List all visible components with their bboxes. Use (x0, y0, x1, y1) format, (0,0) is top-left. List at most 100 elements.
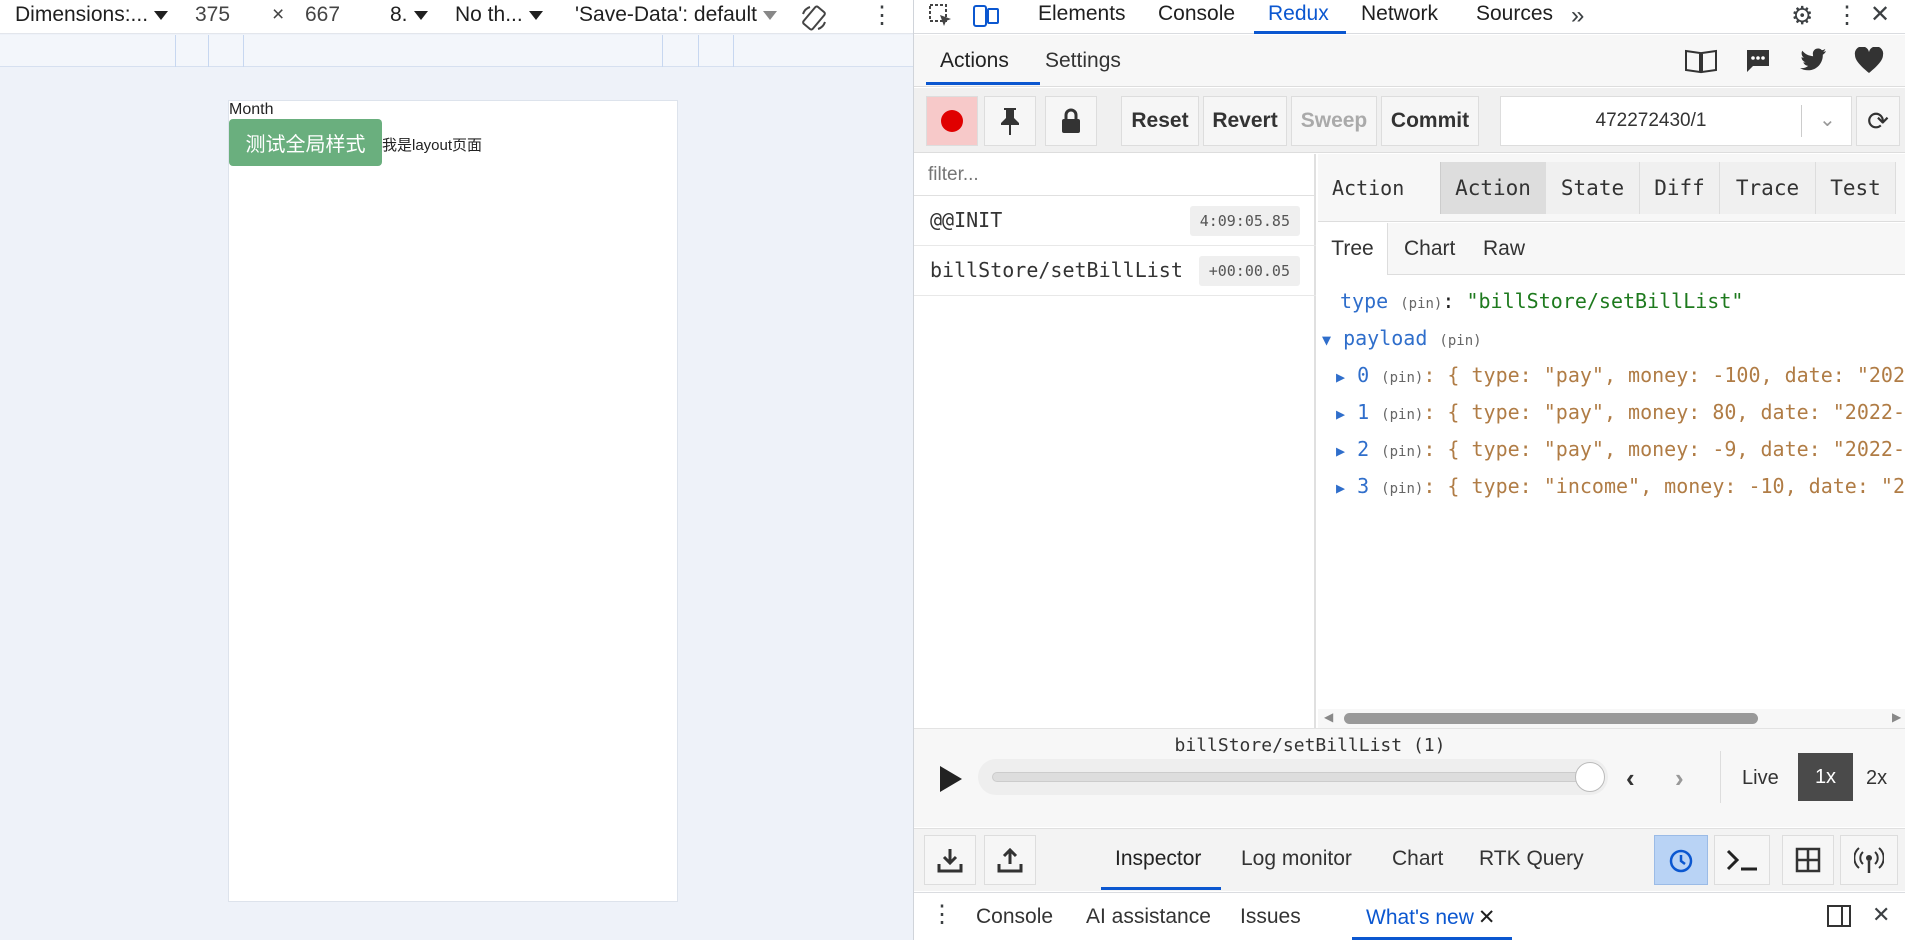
speed-1x-button[interactable]: 1x (1798, 753, 1853, 801)
tab-action[interactable]: Action (1440, 162, 1546, 214)
slider-track[interactable] (992, 772, 1597, 782)
more-tabs-icon[interactable]: » (1571, 4, 1584, 28)
zoom-select[interactable]: 8. (390, 3, 428, 27)
more-vertical-icon[interactable]: ⋮ (930, 903, 954, 927)
drawer-tab-console[interactable]: Console (976, 905, 1053, 929)
close-icon[interactable]: ✕ (1478, 906, 1496, 929)
lock-button[interactable] (1045, 96, 1097, 146)
tab-settings[interactable]: Settings (1045, 49, 1121, 73)
tab-console[interactable]: Console (1158, 2, 1235, 26)
reset-button[interactable]: Reset (1121, 96, 1199, 146)
tab-redux[interactable]: Redux (1268, 2, 1329, 26)
record-button[interactable] (926, 96, 978, 146)
dock-side-icon[interactable] (1826, 904, 1852, 928)
instance-select[interactable]: 472272430/1 ⌄ (1500, 96, 1852, 146)
pin-link[interactable]: (pin) (1381, 481, 1423, 497)
tree-row[interactable]: ▶ 3 (pin): { type: "income", money: -10,… (1336, 474, 1905, 498)
heart-icon[interactable] (1854, 47, 1884, 75)
tab-tree[interactable]: Tree (1318, 223, 1388, 275)
zoom-label: 8. (390, 3, 408, 26)
pin-link[interactable]: (pin) (1439, 333, 1481, 349)
dimensions-select[interactable]: Dimensions:... (15, 3, 169, 27)
book-icon[interactable] (1684, 48, 1718, 74)
pin-link[interactable]: (pin) (1381, 444, 1423, 460)
filter-input[interactable] (928, 162, 1298, 188)
drawer-tab-issues[interactable]: Issues (1240, 905, 1301, 929)
throttle-select[interactable]: No th... (455, 3, 543, 27)
tree-row-payload[interactable]: ▼ payload (pin) (1322, 326, 1482, 350)
tab-raw[interactable]: Raw (1483, 237, 1525, 261)
tab-sources[interactable]: Sources (1476, 2, 1553, 26)
device-screen: Month 测试全局样式 我是layout页面 (228, 100, 678, 902)
more-vertical-icon[interactable]: ⋮ (1835, 4, 1859, 28)
collapse-arrow-icon[interactable]: ▶ (1336, 442, 1345, 460)
tab-diff[interactable]: Diff (1640, 162, 1720, 214)
scroll-left-icon[interactable]: ◀ (1324, 710, 1333, 724)
action-row[interactable]: billStore/setBillList +00:00.05 (914, 246, 1316, 296)
width-input[interactable]: 375 (195, 3, 230, 27)
upload-icon (997, 847, 1023, 873)
dispatcher-button[interactable] (1654, 835, 1708, 885)
sync-icon: ⟳ (1867, 105, 1889, 136)
tab-test[interactable]: Test (1816, 162, 1896, 214)
horizontal-scrollbar[interactable]: ◀ ▶ (1318, 709, 1905, 728)
collapse-arrow-icon[interactable]: ▶ (1336, 405, 1345, 423)
expand-arrow-icon[interactable]: ▼ (1322, 331, 1331, 349)
play-icon[interactable] (936, 763, 964, 795)
collapse-arrow-icon[interactable]: ▶ (1336, 368, 1345, 386)
scrollbar-thumb[interactable] (1344, 713, 1758, 724)
rotate-icon[interactable] (800, 4, 828, 32)
height-input[interactable]: 667 (305, 3, 340, 27)
pin-link[interactable]: (pin) (1381, 407, 1423, 423)
tab-chart[interactable]: Chart (1404, 237, 1455, 261)
commit-button[interactable]: Commit (1381, 96, 1479, 146)
tab-state[interactable]: State (1546, 162, 1640, 214)
live-button[interactable]: Live (1742, 767, 1779, 790)
save-data-select[interactable]: 'Save-Data': default (575, 3, 777, 27)
gear-icon[interactable]: ⚙ (1791, 4, 1813, 29)
test-global-style-button[interactable]: 测试全局样式 (229, 119, 382, 166)
tab-elements[interactable]: Elements (1038, 2, 1126, 26)
chat-icon[interactable] (1744, 47, 1772, 75)
tab-inspector[interactable]: Inspector (1115, 847, 1201, 871)
close-icon[interactable]: ✕ (1872, 904, 1890, 926)
drawer-tab-whats-new[interactable]: What's new ✕ (1366, 905, 1496, 930)
tree-row[interactable]: ▶ 1 (pin): { type: "pay", money: 80, dat… (1336, 400, 1905, 424)
tab-log-monitor[interactable]: Log monitor (1241, 847, 1352, 871)
pin-link[interactable]: (pin) (1381, 370, 1423, 386)
tree-row[interactable]: ▶ 0 (pin): { type: "pay", money: -100, d… (1336, 363, 1905, 387)
pin-link[interactable]: (pin) (1400, 296, 1442, 312)
sweep-button[interactable]: Sweep (1291, 96, 1377, 146)
remote-button[interactable] (1840, 835, 1898, 885)
collapse-arrow-icon[interactable]: ▶ (1336, 479, 1345, 497)
sync-button[interactable]: ⟳ (1856, 96, 1900, 146)
next-icon[interactable]: › (1675, 763, 1684, 794)
previous-icon[interactable]: ‹ (1626, 763, 1635, 794)
revert-button[interactable]: Revert (1203, 96, 1287, 146)
action-row[interactable]: @@INIT 4:09:05.85 (914, 196, 1316, 246)
more-vertical-icon[interactable]: ⋮ (870, 4, 894, 28)
pin-button[interactable] (984, 96, 1036, 146)
tab-rtk-query[interactable]: RTK Query (1479, 847, 1584, 871)
twitter-icon[interactable] (1799, 48, 1827, 72)
tab-trace[interactable]: Trace (1720, 162, 1816, 214)
layout-button[interactable] (1782, 835, 1834, 885)
drawer-tab-ai-assistance[interactable]: AI assistance (1086, 905, 1211, 929)
scroll-right-icon[interactable]: ▶ (1892, 710, 1901, 724)
chevron-down-icon (413, 10, 428, 20)
import-button[interactable] (924, 835, 976, 885)
device-toggle-icon[interactable] (972, 3, 1000, 29)
tree-key: 1 (1357, 400, 1370, 424)
tree-row[interactable]: ▶ 2 (pin): { type: "pay", money: -9, dat… (1336, 437, 1905, 461)
export-button[interactable] (984, 835, 1036, 885)
repl-button[interactable] (1714, 835, 1770, 885)
ruler-tick (243, 35, 244, 67)
action-list-pane: @@INIT 4:09:05.85 billStore/setBillList … (914, 154, 1316, 728)
tab-network[interactable]: Network (1361, 2, 1438, 26)
speed-2x-button[interactable]: 2x (1866, 767, 1887, 790)
close-icon[interactable]: ✕ (1870, 3, 1890, 27)
tab-chart-monitor[interactable]: Chart (1392, 847, 1443, 871)
inspect-element-icon[interactable] (928, 3, 954, 29)
tab-actions[interactable]: Actions (940, 49, 1009, 73)
slider-thumb[interactable] (1575, 762, 1605, 792)
